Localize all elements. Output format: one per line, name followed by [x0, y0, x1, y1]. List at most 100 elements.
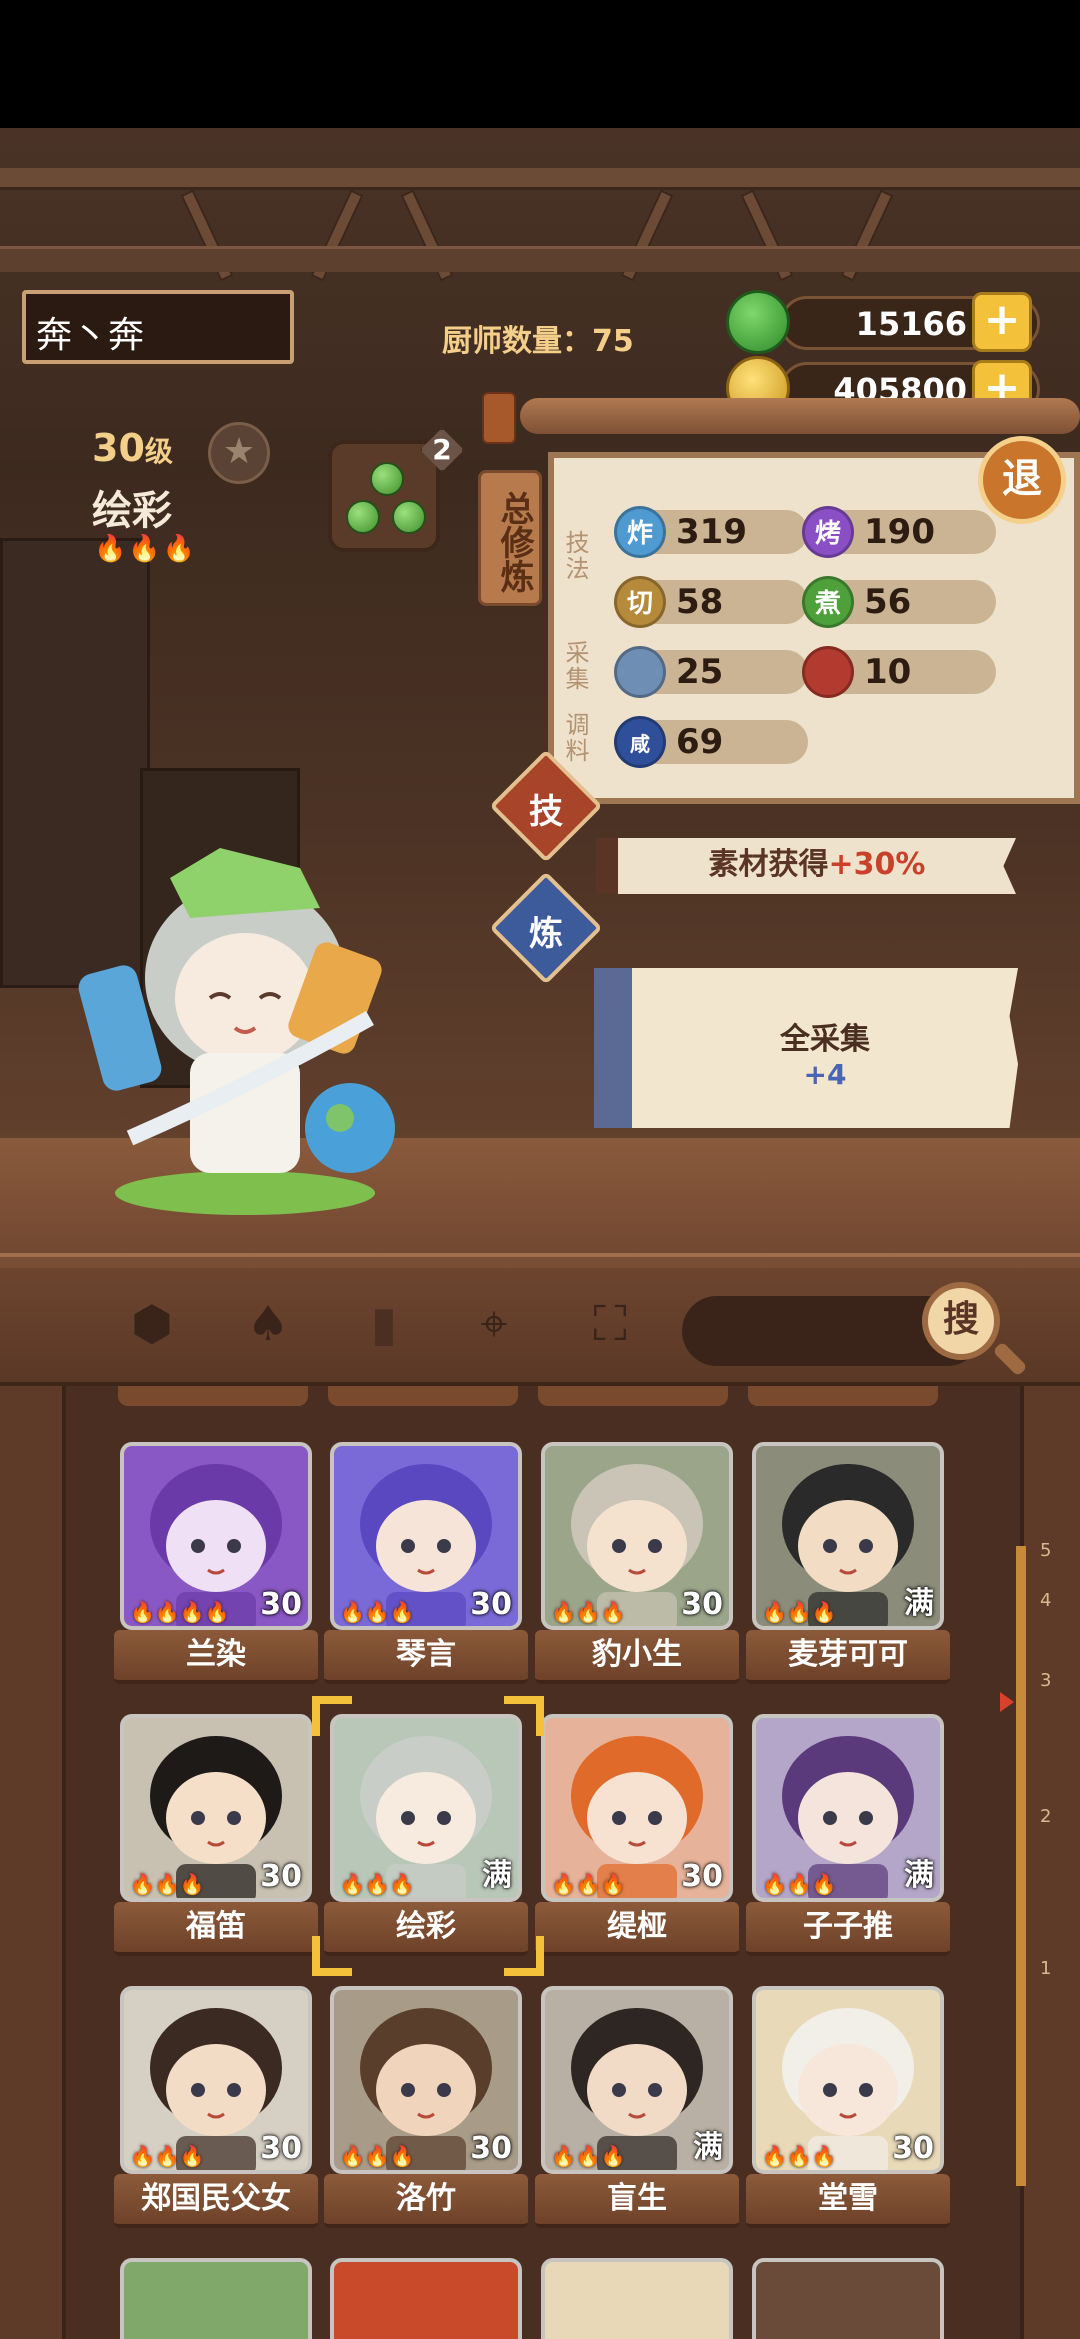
list-item-partial — [118, 1386, 308, 1406]
chef-card-partial[interactable] — [120, 2258, 312, 2339]
card-level: 30 — [260, 1587, 302, 1622]
selection-bracket — [312, 1936, 352, 1976]
chef-name-plate: 洛竹 — [324, 2174, 528, 2228]
card-level: 30 — [892, 2131, 934, 2166]
chef-card[interactable]: 🔥🔥🔥 满盲生 — [535, 1986, 739, 2236]
stat-fry: 炸 319 — [614, 506, 808, 558]
roster-rail-right — [1020, 1386, 1080, 2339]
chef-card[interactable]: 🔥🔥🔥 30 堂雪 — [746, 1986, 950, 2236]
card-level: 30 — [260, 1859, 302, 1894]
chef-name-plate: 缇桠 — [535, 1902, 739, 1956]
bonus-value: +30% — [828, 847, 926, 882]
stat-meat: ◉10 — [802, 646, 996, 698]
scale-position-marker[interactable] — [1000, 1692, 1014, 1712]
chef-character-art — [78, 848, 395, 1215]
card-flames: 🔥🔥🔥 — [551, 1600, 626, 1624]
skill-button-label: 技 — [529, 792, 563, 832]
cut-icon: 切 — [614, 576, 666, 628]
chef-card[interactable]: 🔥🔥🔥 30 郑国民父女 — [114, 1986, 318, 2236]
list-item-partial — [538, 1386, 728, 1406]
card-flames: 🔥🔥🔥 — [130, 1872, 205, 1896]
chef-card[interactable]: 🔥🔥🔥 30 琴言 — [324, 1442, 528, 1692]
card-flames: 🔥🔥🔥 — [762, 2144, 837, 2168]
chef-level-suffix: 级 — [144, 435, 173, 468]
meat-icon: ◉ — [802, 646, 854, 698]
stat-salty-value: 69 — [676, 722, 724, 762]
chef-card[interactable]: 🔥🔥🔥🔥 30 兰染 — [114, 1442, 318, 1692]
map-puzzle-icon[interactable]: ⛶ — [578, 1292, 642, 1356]
chef-card[interactable]: 🔥🔥🔥 满绘彩 — [324, 1714, 528, 1964]
chef-count-label: 厨师数量： — [442, 324, 592, 359]
scale-label: 5 — [1040, 1540, 1052, 1561]
card-flames: 🔥🔥🔥🔥 — [130, 1600, 230, 1624]
chef-portrait: 🔥🔥🔥 30 — [330, 1986, 522, 2174]
roast-icon: 烤 — [802, 506, 854, 558]
chef-card[interactable]: 🔥🔥🔥 30 福笛 — [114, 1714, 318, 1964]
ceiling-beam — [0, 168, 1080, 190]
chef-card[interactable]: 🔥🔥🔥 30 豹小生 — [535, 1442, 739, 1692]
card-level: 满 — [904, 1858, 934, 1893]
material-bonus-bar: 素材获得+30% — [596, 838, 1016, 894]
roster-rail-left — [0, 1386, 66, 2339]
scale-label: 1 — [1040, 1958, 1052, 1979]
stat-roast-value: 190 — [864, 512, 935, 552]
stat-meat-value: 10 — [864, 652, 912, 692]
chef-portrait: 🔥🔥🔥 30 — [752, 1986, 944, 2174]
collect-bonus-card[interactable]: 全采集 +4 — [594, 968, 1018, 1128]
season-label: 调料 — [561, 712, 589, 764]
stat-salty: 咸 69 — [614, 716, 808, 768]
chef-card-partial[interactable] — [330, 2258, 522, 2339]
chef-level: 30级 — [92, 426, 173, 470]
jade-value: 15166 — [855, 305, 967, 343]
chef-portrait: 🔥🔥🔥 30 — [541, 1442, 733, 1630]
scale-label: 3 — [1040, 1670, 1052, 1691]
scale-label: 2 — [1040, 1806, 1052, 1827]
chef-portrait: 🔥🔥🔥 满 — [330, 1714, 522, 1902]
chef-card[interactable]: 🔥🔥🔥 满子子推 — [746, 1714, 950, 1964]
search-button[interactable]: 搜 — [922, 1282, 1000, 1360]
star-icon[interactable]: ★ — [208, 422, 270, 484]
chef-count: 厨师数量：75 — [442, 316, 634, 360]
chef-name-plate: 琴言 — [324, 1630, 528, 1684]
chef-name-plate: 堂雪 — [746, 2174, 950, 2228]
add-jade-button[interactable]: + — [972, 292, 1032, 352]
boil-icon: 煮 — [802, 576, 854, 628]
stat-boil-value: 56 — [864, 582, 912, 622]
ceiling-beam-lower — [0, 246, 1080, 272]
chef-card[interactable]: 🔥🔥🔥 满麦芽可可 — [746, 1442, 950, 1692]
card-flames: 🔥🔥🔥 — [340, 2144, 415, 2168]
chef-card-partial[interactable] — [541, 2258, 733, 2339]
stat-fry-value: 319 — [676, 512, 747, 552]
fish-icon: ◉ — [614, 646, 666, 698]
location-pin-icon[interactable]: ⌖ — [462, 1292, 526, 1356]
chef-portrait: 🔥🔥🔥 30 — [120, 1714, 312, 1902]
spatula-icon[interactable]: ♠ — [236, 1292, 300, 1356]
chef-card-partial[interactable] — [752, 2258, 944, 2339]
card-flames: 🔥🔥🔥 — [551, 2144, 626, 2168]
chef-card[interactable]: 🔥🔥🔥 30 缇桠 — [535, 1714, 739, 1964]
selection-bracket — [504, 1936, 544, 1976]
selection-bracket — [312, 1696, 352, 1736]
chef-name-plate: 兰染 — [114, 1630, 318, 1684]
skill-orb-icon — [346, 500, 380, 534]
skill-orbs-button[interactable] — [328, 440, 440, 552]
selected-chef-name: 绘彩 — [92, 488, 172, 534]
chef-card[interactable]: 🔥🔥🔥 30 洛竹 — [324, 1986, 528, 2236]
exit-button[interactable]: 退 — [978, 436, 1066, 524]
card-flames: 🔥🔥🔥 — [130, 2144, 205, 2168]
chef-name-plate: 麦芽可可 — [746, 1630, 950, 1684]
card-level: 30 — [470, 1587, 512, 1622]
card-level: 满 — [693, 2130, 723, 2165]
jar-icon[interactable]: ▮ — [352, 1292, 416, 1356]
stat-cut: 切 58 — [614, 576, 808, 628]
chef-portrait: 🔥🔥🔥 满 — [541, 1986, 733, 2174]
total-training-tab[interactable]: 总修炼 — [478, 470, 542, 606]
chef-knife-icon[interactable]: ⬢ — [120, 1292, 184, 1356]
jade-coin-icon — [726, 290, 790, 354]
chef-level-value: 30 — [92, 426, 145, 470]
skill-orb-icon — [392, 500, 426, 534]
stat-fish: ◉25 — [614, 646, 808, 698]
fry-icon: 炸 — [614, 506, 666, 558]
player-name-field[interactable]: 奔丶奔 — [22, 290, 294, 364]
rarity-scale[interactable] — [1016, 1546, 1026, 2186]
